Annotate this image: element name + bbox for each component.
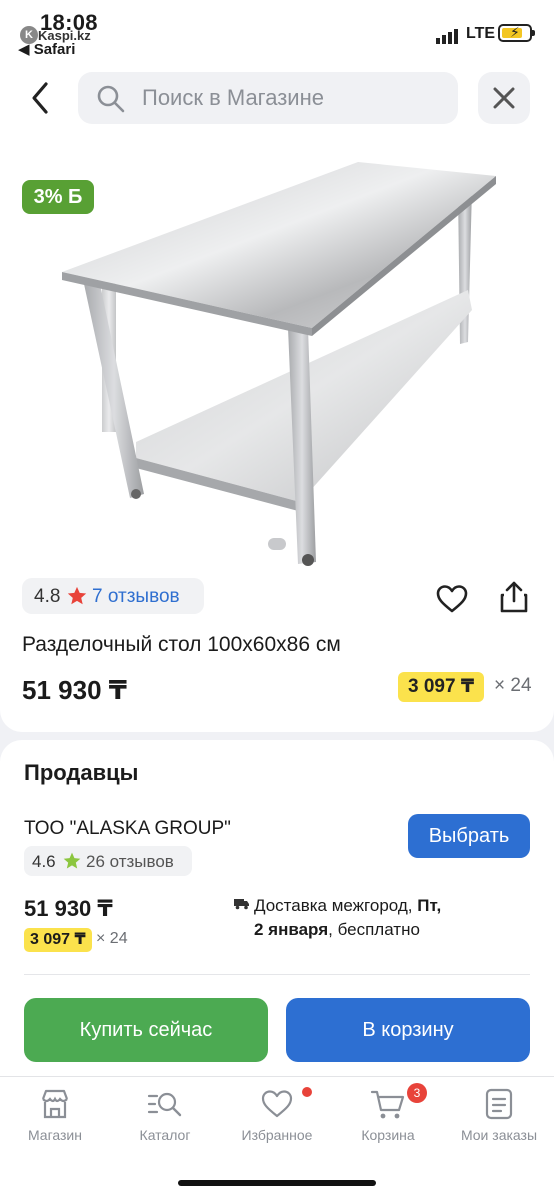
nav-item-cart[interactable]: 3 Корзина — [333, 1083, 443, 1143]
catalog-search-icon — [147, 1092, 182, 1117]
battery-icon: ⚡ — [498, 24, 535, 42]
search-icon — [97, 85, 125, 113]
sellers-title: Продавцы — [24, 760, 139, 785]
nav-label: Мои заказы — [460, 1127, 538, 1143]
back-to-safari-link[interactable]: ◀ Safari — [18, 40, 75, 58]
image-pagination-dot — [268, 538, 286, 550]
top-bar: Поиск в Магазине — [0, 62, 554, 132]
seller-installment-times: × 24 — [96, 930, 128, 947]
share-icon[interactable] — [498, 580, 530, 614]
nav-item-store[interactable]: Магазин — [0, 1087, 110, 1143]
cashback-badge: 3% Б — [22, 180, 94, 214]
back-arrow-icon[interactable] — [26, 80, 56, 116]
installment-times: × 24 — [494, 675, 532, 696]
product-image[interactable] — [40, 132, 520, 572]
nav-label: Корзина — [361, 1127, 415, 1143]
cart-count-badge: 3 — [407, 1083, 427, 1103]
heart-icon — [261, 1090, 293, 1118]
divider — [24, 974, 530, 975]
product-card: 3% Б 4.8 7 отзывов Разделочный стол 100x… — [0, 132, 554, 732]
nav-label: Магазин — [27, 1127, 82, 1143]
delivery-truck-icon — [234, 899, 249, 910]
home-indicator[interactable] — [178, 1180, 376, 1186]
select-seller-button[interactable]: Выбрать — [408, 814, 530, 858]
store-icon — [41, 1089, 69, 1119]
nav-item-favorites[interactable]: Избранное — [222, 1087, 332, 1143]
product-rating-chip[interactable]: 4.8 7 отзывов — [22, 578, 204, 614]
add-to-cart-button[interactable]: В корзину — [286, 998, 530, 1062]
favorite-heart-icon[interactable] — [436, 584, 468, 614]
seller-reviews: 26 отзывов — [86, 852, 174, 871]
nav-item-orders[interactable]: Мои заказы — [444, 1087, 554, 1143]
seller-name[interactable]: ТОО "ALASKA GROUP" — [24, 818, 231, 840]
favorites-dot — [302, 1087, 312, 1097]
network-type: LTE — [466, 25, 496, 42]
reviews-link[interactable]: 7 отзывов — [92, 586, 180, 608]
star-icon — [63, 852, 81, 869]
seller-installment-badge: 3 097 ₸ — [24, 928, 92, 952]
seller-price: 51 930 ₸ — [24, 896, 113, 921]
nav-label: Каталог — [139, 1127, 191, 1143]
status-bar: 18:08 K Kaspi.kz ◀ Safari LTE ⚡ — [0, 0, 554, 62]
sellers-card: Продавцы ТОО "ALASKA GROUP" 4.6 26 отзыв… — [0, 740, 554, 1080]
nav-label: Избранное — [241, 1127, 313, 1143]
signal-icon — [436, 29, 458, 44]
search-placeholder: Поиск в Магазине — [142, 85, 324, 110]
close-button[interactable] — [478, 72, 530, 124]
installment-badge: 3 097 ₸ — [398, 672, 485, 702]
product-title: Разделочный стол 100x60x86 см — [22, 633, 341, 656]
seller-rating-chip[interactable]: 4.6 26 отзывов — [24, 846, 192, 876]
delivery-info: Доставка межгород, Пт, 2 января, бесплатн… — [254, 896, 442, 939]
nav-item-catalog[interactable]: Каталог — [110, 1087, 220, 1143]
close-icon — [493, 87, 515, 109]
cart-icon — [370, 1090, 405, 1119]
rating-value: 4.8 — [34, 586, 61, 607]
buy-now-button[interactable]: Купить сейчас — [24, 998, 268, 1062]
product-price: 51 930 ₸ — [22, 675, 127, 705]
seller-rating-value: 4.6 — [32, 852, 56, 871]
orders-icon — [485, 1088, 513, 1120]
search-input[interactable]: Поиск в Магазине — [78, 72, 458, 124]
star-icon — [67, 586, 87, 605]
